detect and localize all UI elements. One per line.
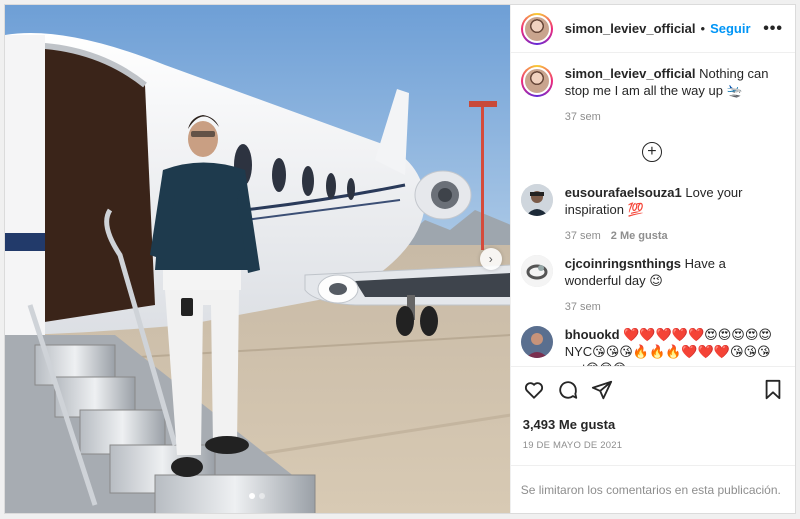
post-actions: 3,493 Me gusta 19 DE MAYO DE 2021 (510, 366, 795, 465)
caption-time[interactable]: 37 sem (565, 109, 601, 126)
list-item: eusourafaelsouza1 Love your inspiration … (520, 184, 783, 245)
list-item: cjcoinringsnthings Have a wonderful day … (520, 255, 783, 316)
post-photo[interactable]: › (5, 5, 510, 513)
comment-time[interactable]: 37 sem (565, 228, 601, 245)
carousel-next-button[interactable]: › (479, 248, 502, 270)
more-options-icon[interactable]: ••• (763, 20, 783, 38)
paper-plane-icon[interactable] (591, 379, 613, 401)
likes-count[interactable]: 3,493 Me gusta (523, 417, 783, 432)
heart-icon[interactable] (523, 379, 545, 401)
comment-username[interactable]: bhouokd (565, 327, 620, 342)
post-date[interactable]: 19 DE MAYO DE 2021 (523, 440, 783, 451)
comments-list[interactable]: simon_leviev_official Nothing can stop m… (511, 53, 795, 366)
carousel-dot (259, 493, 266, 499)
comment-username[interactable]: eusourafaelsouza1 (565, 185, 682, 200)
bookmark-icon[interactable] (763, 379, 783, 401)
comment-avatar[interactable] (520, 255, 553, 287)
load-more-comments[interactable]: + (521, 142, 783, 162)
comment-avatar[interactable] (520, 326, 553, 358)
post-card: › simon_leviev_official • Seguir ••• sim… (4, 4, 796, 514)
carousel-indicator (249, 493, 266, 499)
comment-time[interactable]: 37 sem (565, 299, 601, 316)
caption: simon_leviev_official Nothing can stop m… (520, 65, 783, 126)
list-item: bhouokd ❤️❤️❤️❤️❤️😍😍😍😍😍NYC😘😘😘🔥🔥🔥❤️❤️❤️😘😘… (520, 326, 783, 366)
header-separator: • (700, 21, 706, 36)
caption-avatar[interactable] (520, 65, 553, 97)
jet-scene-illustration (5, 5, 510, 513)
carousel-dot (249, 493, 256, 499)
follow-button[interactable]: Seguir (710, 21, 750, 36)
comment-likes[interactable]: 2 Me gusta (611, 228, 668, 245)
comment-username[interactable]: cjcoinringsnthings (565, 256, 681, 271)
comment-icon[interactable] (557, 379, 579, 401)
author-avatar[interactable] (520, 12, 553, 45)
chevron-right-icon: › (488, 252, 493, 266)
comment-avatar[interactable] (520, 184, 553, 216)
author-username[interactable]: simon_leviev_official (565, 21, 696, 36)
post-header: simon_leviev_official • Seguir ••• (510, 5, 795, 53)
caption-username[interactable]: simon_leviev_official (565, 66, 696, 81)
post-side-panel: simon_leviev_official • Seguir ••• simon… (509, 5, 795, 513)
comments-limited-notice: Se limitaron los comentarios en esta pub… (510, 465, 795, 513)
plus-circle-icon[interactable]: + (641, 142, 662, 162)
